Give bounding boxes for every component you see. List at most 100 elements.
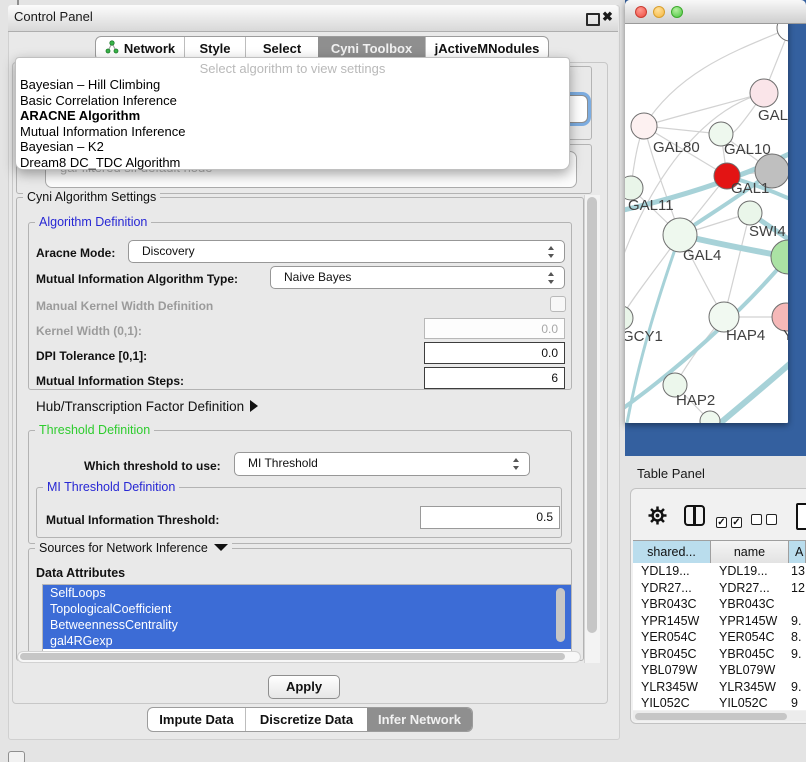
cell-shared-name[interactable]: YBR045C [641, 646, 709, 663]
float-window-icon[interactable] [586, 13, 600, 26]
dpi-tolerance-label: DPI Tolerance [0,1]: [36, 349, 147, 363]
network-window-titlebar[interactable] [625, 0, 806, 24]
column-header-name[interactable]: name [711, 541, 789, 564]
table-row[interactable]: YIL052C YIL052C 9 [633, 695, 806, 710]
table-row[interactable]: YER054C YER054C 8. [633, 629, 806, 646]
cell-value[interactable]: 13 [791, 563, 806, 580]
dropdown-item[interactable]: Bayesian – K2 [20, 139, 104, 155]
mi-steps-field[interactable]: 6 [424, 367, 565, 389]
cell-name[interactable]: YLR345W [719, 679, 787, 696]
table-row[interactable]: YDL19... YDL19... 13 [633, 563, 806, 580]
dropdown-item[interactable]: Dream8 DC_TDC Algorithm [20, 155, 180, 171]
node-partial-bottom[interactable] [700, 411, 720, 423]
dpi-tolerance-field[interactable]: 0.0 [424, 342, 565, 364]
which-threshold-combo[interactable]: MI Threshold [234, 452, 530, 476]
gear-icon[interactable] [648, 506, 667, 530]
dropdown-item[interactable]: Basic Correlation Inference [20, 93, 177, 109]
tab-label: Select [263, 41, 301, 56]
table-row[interactable]: YBR045C YBR045C 9. [633, 646, 806, 663]
dropdown-item-selected[interactable]: ARACNE Algorithm [20, 108, 140, 124]
network-labels: GAL GAL80 GAL10 GAL1 GAL11 GAL4 SWI4 GCY… [625, 107, 788, 409]
node-gcy1[interactable] [625, 306, 633, 330]
node-label: GAL11 [628, 197, 674, 214]
deselect-all-checkboxes-icon[interactable] [751, 512, 777, 530]
cell-name[interactable]: YPR145W [719, 613, 787, 630]
columns-icon[interactable] [684, 505, 705, 526]
node-partial-top[interactable] [777, 24, 788, 41]
stepper-arrows-icon [547, 246, 555, 258]
cell-name[interactable]: YBR043C [719, 596, 787, 613]
table-body: YDL19... YDL19... 13 YDR27... YDR27... 1… [633, 563, 806, 710]
table-row[interactable]: YLR345W YLR345W 9. [633, 679, 806, 696]
cell-name[interactable]: YER054C [719, 629, 787, 646]
group-title: Cyni Algorithm Settings [23, 190, 160, 204]
tab-discretize-data[interactable]: Discretize Data [245, 708, 367, 731]
aracne-mode-combo[interactable]: Discovery [128, 240, 565, 263]
table-row[interactable]: YBR043C YBR043C [633, 596, 806, 613]
table-row[interactable]: YPR145W YPR145W 9. [633, 613, 806, 630]
settings-hscrollbar-thumb[interactable] [20, 653, 565, 660]
cell-name[interactable]: YBR045C [719, 646, 787, 663]
mi-threshold-label: Mutual Information Threshold: [46, 513, 219, 527]
list-scrollbar-thumb[interactable] [556, 588, 565, 642]
kernel-width-field[interactable]: 0.0 [424, 318, 565, 339]
cell-value[interactable]: 9. [791, 613, 806, 630]
close-traffic-light-icon[interactable] [635, 6, 647, 18]
list-item[interactable]: gal4RGexp [43, 633, 571, 649]
cell-shared-name[interactable]: YDR27... [641, 580, 709, 597]
network-icon [105, 40, 119, 57]
column-header-partial[interactable]: A [789, 541, 806, 564]
node-big-green[interactable] [771, 240, 788, 274]
cell-shared-name[interactable]: YDL19... [641, 563, 709, 580]
tab-impute-data[interactable]: Impute Data [148, 708, 245, 731]
grid-icon-partial[interactable] [8, 751, 25, 762]
cell-name[interactable]: YDL19... [719, 563, 787, 580]
document-icon-partial[interactable] [796, 503, 806, 530]
node-label: SWI4 [749, 223, 786, 240]
hub-definition-toggle[interactable]: Hub/Transcription Factor Definition [36, 399, 258, 414]
cell-shared-name[interactable]: YLR345W [641, 679, 709, 696]
cell-name[interactable]: YDR27... [719, 580, 787, 597]
cell-shared-name[interactable]: YBL079W [641, 662, 709, 679]
apply-button[interactable]: Apply [268, 675, 340, 699]
mi-threshold-field[interactable]: 0.5 [420, 506, 560, 529]
manual-kernel-checkbox[interactable] [550, 296, 566, 312]
table-row[interactable]: YBL079W YBL079W [633, 662, 806, 679]
cell-name[interactable]: YBL079W [719, 662, 787, 679]
sources-toggle[interactable]: Sources for Network Inference [35, 541, 232, 555]
cell-shared-name[interactable]: YPR145W [641, 613, 709, 630]
data-attributes-label: Data Attributes [36, 566, 125, 580]
network-window: GAL GAL80 GAL10 GAL1 GAL11 GAL4 SWI4 GCY… [625, 0, 788, 423]
cell-value[interactable]: 12 [791, 580, 806, 597]
cell-shared-name[interactable]: YBR043C [641, 596, 709, 613]
cell-value[interactable]: 9 [791, 695, 806, 710]
node-swi4[interactable] [738, 201, 762, 225]
combo-value: Naive Bayes [284, 270, 351, 284]
table-row[interactable]: YDR27... YDR27... 12 [633, 580, 806, 597]
cell-value[interactable]: 9. [791, 646, 806, 663]
dropdown-item[interactable]: Mutual Information Inference [20, 124, 185, 140]
cell-name[interactable]: YIL052C [719, 695, 787, 710]
cell-shared-name[interactable]: YIL052C [641, 695, 709, 710]
node-gal-pink[interactable] [750, 79, 778, 107]
column-header-shared-name[interactable]: shared... [633, 541, 711, 564]
zoom-traffic-light-icon[interactable] [671, 6, 683, 18]
mi-algorithm-type-combo[interactable]: Naive Bayes [270, 266, 565, 289]
network-canvas[interactable]: GAL GAL80 GAL10 GAL1 GAL11 GAL4 SWI4 GCY… [625, 24, 788, 423]
settings-scrollbar-thumb[interactable] [587, 197, 597, 633]
cell-shared-name[interactable]: YER054C [641, 629, 709, 646]
cell-value[interactable]: 9. [791, 679, 806, 696]
stepper-arrows-icon [547, 272, 555, 284]
list-item[interactable]: BetweennessCentrality [43, 617, 571, 633]
minimize-traffic-light-icon[interactable] [653, 6, 665, 18]
table-header-row: shared... name A [633, 540, 806, 565]
close-icon[interactable]: ✖ [602, 9, 613, 25]
list-item[interactable]: SelfLoops [43, 585, 571, 601]
cell-value[interactable]: 8. [791, 629, 806, 646]
node-gal80[interactable] [631, 113, 657, 139]
table-hscrollbar-thumb[interactable] [635, 713, 787, 720]
tab-infer-network[interactable]: Infer Network [367, 708, 472, 731]
select-all-checkboxes-icon[interactable]: ✓✓ [716, 512, 742, 530]
list-item[interactable]: TopologicalCoefficient [43, 601, 571, 617]
dropdown-item[interactable]: Bayesian – Hill Climbing [20, 77, 160, 93]
